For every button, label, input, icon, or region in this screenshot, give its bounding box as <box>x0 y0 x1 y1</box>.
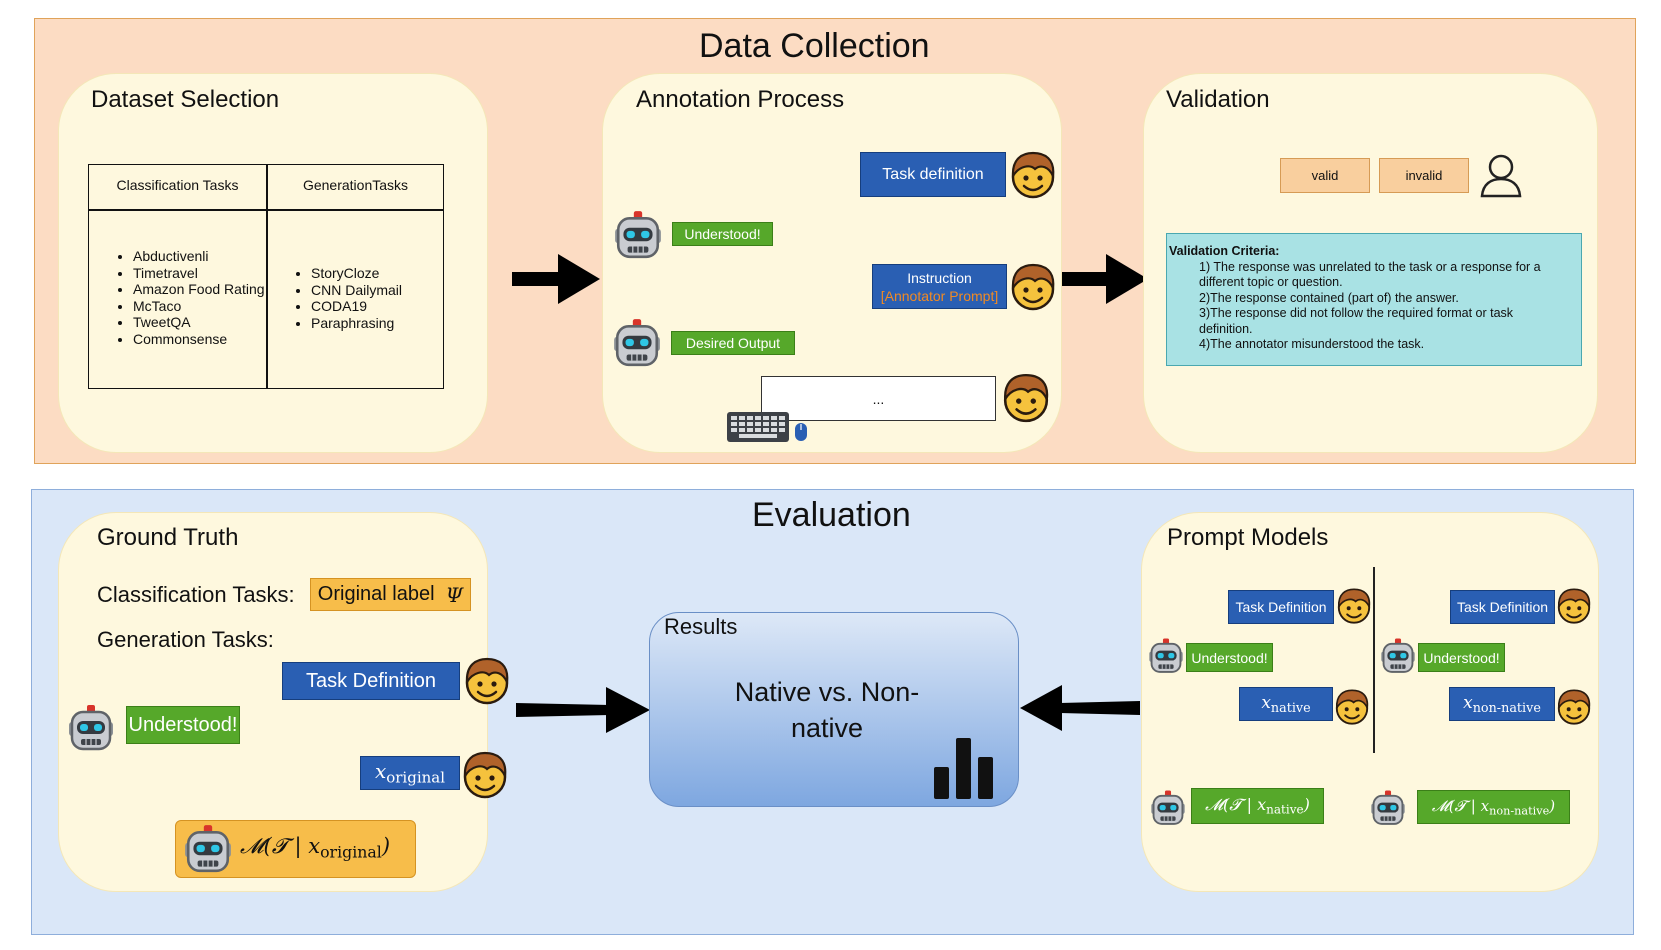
robot-icon <box>1369 789 1407 827</box>
arrow-right-icon <box>1062 254 1148 304</box>
model-output-formula: 𝓜(𝓣 | xoriginal) <box>240 834 391 862</box>
validation-title: Validation <box>1166 86 1270 113</box>
generation-tasks-label: Generation Tasks: <box>97 627 274 652</box>
x-native-box: xnative <box>1239 687 1333 721</box>
x-subscript: original <box>386 768 446 787</box>
understood-box: Understood! <box>672 222 773 246</box>
task-definition-box: Task definition <box>860 152 1006 197</box>
person-face-icon <box>1008 262 1058 312</box>
robot-icon <box>1379 637 1417 675</box>
prompt-models-title: Prompt Models <box>1167 524 1329 551</box>
instruction-label: Instruction <box>907 269 972 286</box>
results-title: Results <box>664 614 738 639</box>
results-text: Native vs. Non-native <box>734 677 920 743</box>
robot-icon <box>611 317 663 369</box>
x-variable: x <box>374 759 387 784</box>
list-item: CNN Dailymail <box>311 282 402 299</box>
original-label-box: Original label Ψ <box>310 578 471 611</box>
annotator-prompt-label: [Annotator Prompt] <box>880 287 999 304</box>
criteria-item: 2)The response contained (part of) the a… <box>1199 290 1459 305</box>
robot-icon <box>1149 789 1187 827</box>
criteria-item: 3)The response did not follow the requir… <box>1199 306 1514 336</box>
list-item: CODA19 <box>311 298 402 315</box>
understood-box: Understood! <box>1186 643 1273 672</box>
original-label-text: Original label <box>317 583 435 605</box>
classification-tasks-header: Classification Tasks <box>116 177 239 193</box>
list-item: McTaco <box>133 298 265 315</box>
data-collection-title: Data Collection <box>699 27 930 65</box>
evaluation-title: Evaluation <box>752 496 911 534</box>
generation-task-list: StoryCloze CNN Dailymail CODA19 Paraphra… <box>267 265 402 331</box>
list-item: Timetravel <box>133 265 265 282</box>
understood-box: Understood! <box>1418 643 1505 672</box>
robot-icon <box>612 209 664 261</box>
list-item: StoryCloze <box>311 265 402 282</box>
criteria-item: 1) The response was unrelated to the tas… <box>1199 259 1541 290</box>
task-definition-box: Task Definition <box>1228 590 1334 624</box>
arrow-right-icon <box>512 254 600 304</box>
understood-box: Understood! <box>126 706 240 744</box>
person-face-icon <box>1008 150 1058 200</box>
person-face-icon <box>1335 587 1373 625</box>
classification-tasks-label: Classification Tasks: <box>97 582 295 607</box>
validation-criteria-box: Validation Criteria: 1) The response was… <box>1166 233 1582 366</box>
person-face-icon <box>1555 688 1593 726</box>
desired-output-box: Desired Output <box>671 331 795 355</box>
criteria-item: 4)The annotator misunderstood the task. <box>1199 337 1425 351</box>
arrow-right-icon <box>516 687 650 733</box>
dataset-table: Classification Tasks GenerationTasks Abd… <box>88 164 444 389</box>
person-face-icon <box>1333 688 1371 726</box>
person-face-icon <box>1555 587 1593 625</box>
keyboard-icon <box>727 412 789 442</box>
person-face-icon <box>462 656 512 706</box>
person-face-icon <box>1000 372 1052 424</box>
list-item: TweetQA <box>133 314 265 331</box>
task-definition-box: Task Definition <box>1450 590 1555 624</box>
robot-icon <box>66 703 116 753</box>
ground-truth-title: Ground Truth <box>97 524 239 551</box>
bar-chart-icon <box>934 738 993 799</box>
valid-box: valid <box>1280 158 1370 193</box>
list-item: Paraphrasing <box>311 315 402 332</box>
list-item: Amazon Food Rating <box>133 281 265 298</box>
robot-icon <box>182 823 234 875</box>
list-item: Abductivenli <box>133 248 265 265</box>
annotation-process-title: Annotation Process <box>636 86 845 113</box>
dataset-selection-title: Dataset Selection <box>91 86 280 113</box>
validation-criteria-title: Validation Criteria: <box>1169 244 1280 258</box>
person-face-icon <box>460 750 510 800</box>
list-item: Commonsense <box>133 331 265 348</box>
x-original-box: xoriginal <box>360 756 460 790</box>
model-output-non-native-box: 𝓜(𝓣 | xnon-native) <box>1417 790 1570 824</box>
instruction-box: Instruction [Annotator Prompt] <box>872 264 1007 309</box>
robot-icon <box>1147 637 1185 675</box>
mouse-icon <box>795 423 807 441</box>
model-output-native-box: 𝓜(𝓣 | xnative) <box>1191 788 1324 824</box>
invalid-box: invalid <box>1379 158 1469 193</box>
task-definition-box: Task Definition <box>282 662 460 700</box>
divider <box>1373 567 1375 753</box>
generation-tasks-header: GenerationTasks <box>302 177 409 193</box>
user-outline-icon <box>1480 154 1522 198</box>
x-non-native-box: xnon-native <box>1449 687 1555 721</box>
classification-task-list: Abductivenli Timetravel Amazon Food Rati… <box>89 248 265 347</box>
arrow-left-icon <box>1020 685 1140 731</box>
psi-symbol: Ψ <box>445 582 464 607</box>
annotator-input-field[interactable]: ... <box>761 376 996 421</box>
